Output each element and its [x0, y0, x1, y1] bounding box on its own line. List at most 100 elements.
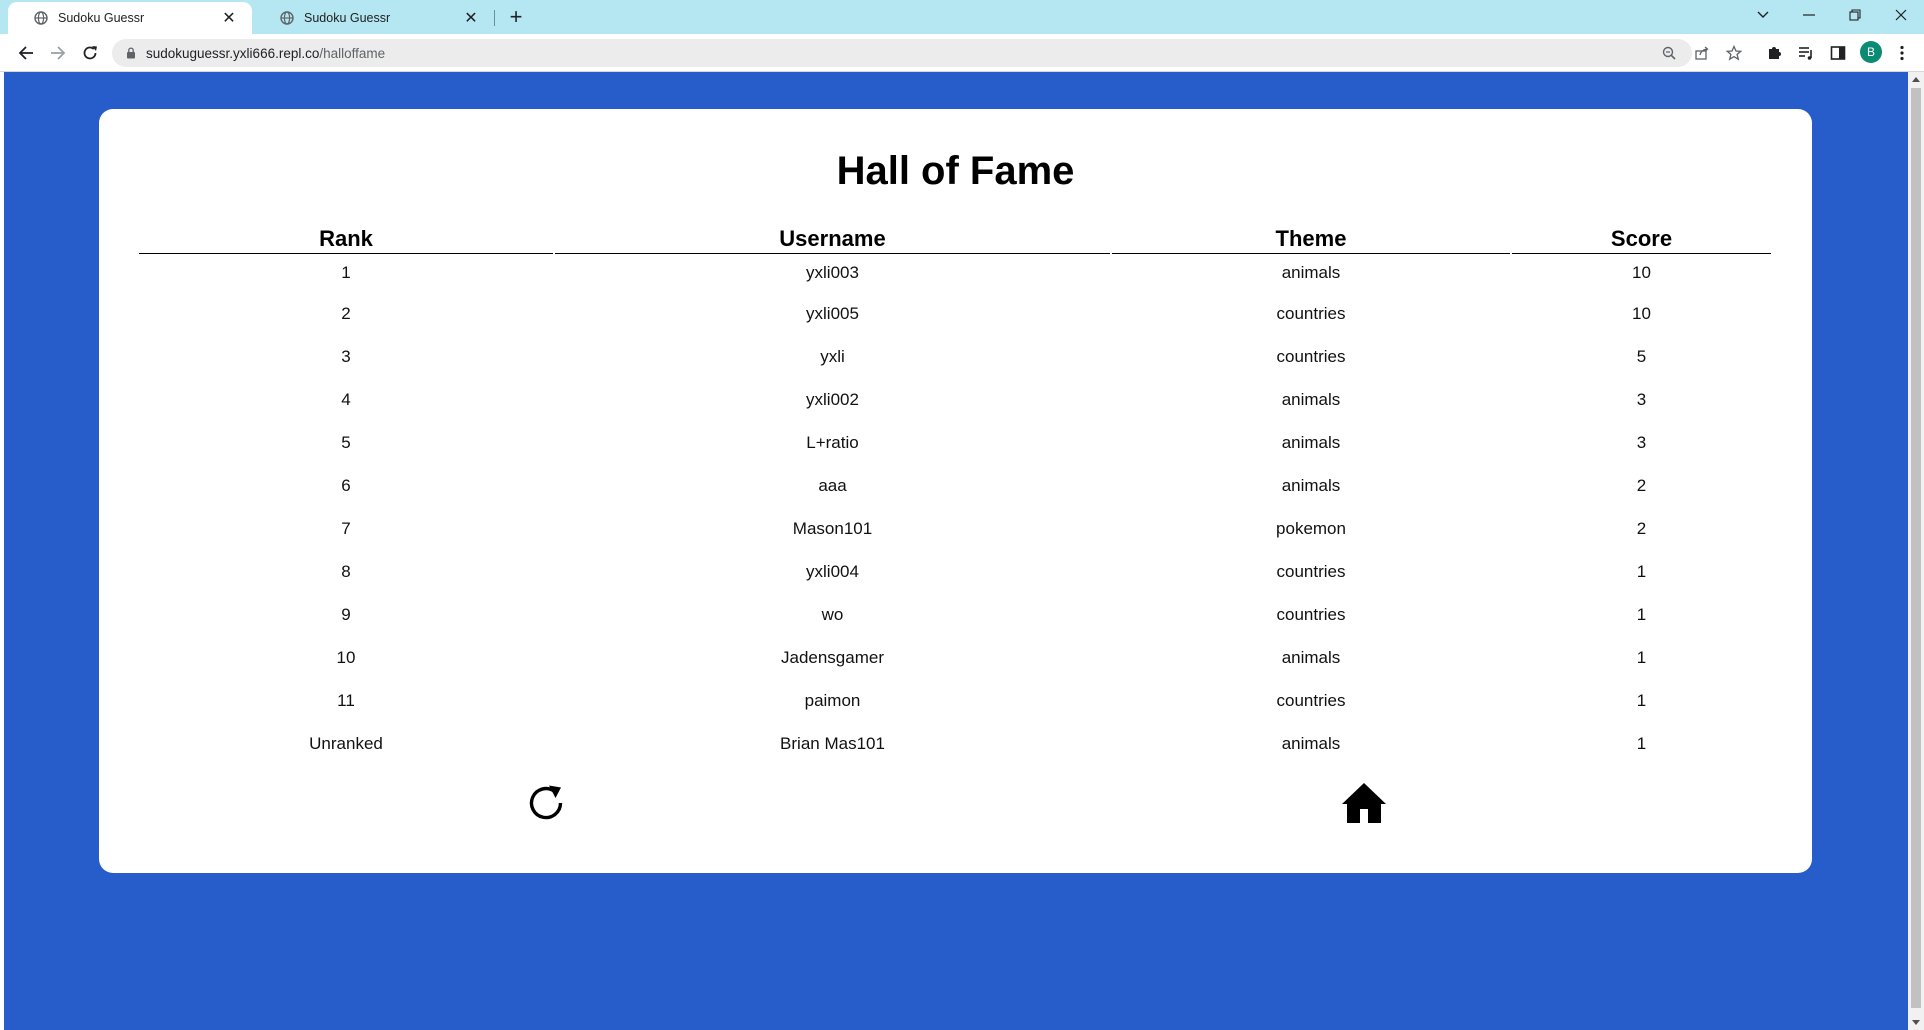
media-queue-icon[interactable] [1792, 39, 1820, 67]
score-cell: 10 [1632, 263, 1651, 282]
viewport-edge [0, 72, 4, 1030]
scrollbar-thumb[interactable] [1911, 88, 1921, 1008]
score-cell: 5 [1636, 346, 1647, 366]
table-row: 10 Jadensgamer animals 1 [139, 636, 1771, 679]
theme-cell: countries [1276, 604, 1346, 624]
extensions-puzzle-icon[interactable] [1760, 39, 1788, 67]
close-tab-icon[interactable]: ✕ [220, 8, 238, 28]
username-cell: yxli004 [806, 561, 859, 581]
username-cell: yxli005 [806, 303, 859, 323]
column-header-theme: Theme [1112, 224, 1510, 254]
refresh-button[interactable] [523, 780, 569, 826]
score-cell: 2 [1636, 518, 1647, 538]
username-cell: Jadensgamer [780, 647, 884, 667]
table-row: 9 wo countries 1 [139, 593, 1771, 636]
column-header-score: Score [1512, 224, 1771, 254]
score-cell: 10 [1632, 303, 1651, 323]
tab-title: Sudoku Guessr [58, 11, 145, 25]
rank-cell: 10 [336, 647, 356, 667]
rank-cell: 7 [341, 518, 351, 538]
username-cell: paimon [804, 690, 861, 710]
home-button[interactable] [1341, 780, 1387, 826]
tab-strip: Sudoku Guessr ✕ Sudoku Guessr ✕ + [0, 0, 1924, 34]
reload-icon[interactable] [76, 39, 104, 67]
table-row: 1 yxli003 animals 10 [139, 254, 1771, 292]
scroll-up-arrow[interactable] [1912, 77, 1920, 82]
bookmark-star-icon[interactable] [1721, 39, 1747, 67]
close-window-icon[interactable] [1878, 0, 1924, 30]
theme-cell: countries [1276, 303, 1346, 323]
restore-icon[interactable] [1832, 0, 1878, 30]
minimize-icon[interactable] [1786, 0, 1832, 30]
tab-sudoku-guessr-active[interactable]: Sudoku Guessr ✕ [8, 2, 252, 34]
rank-cell: 8 [341, 561, 351, 581]
page-title: Hall of Fame [836, 149, 1075, 193]
leaderboard-table: Rank Username Theme Score 1 yxli003 anim… [137, 224, 1773, 765]
username-cell: wo [821, 604, 844, 624]
tab-sudoku-guessr[interactable]: Sudoku Guessr ✕ [254, 2, 494, 34]
profile-avatar[interactable]: B [1860, 41, 1882, 63]
rank-cell: 3 [341, 346, 351, 366]
rank-cell: 6 [341, 475, 351, 495]
theme-cell: countries [1276, 690, 1346, 710]
score-cell: 1 [1636, 561, 1647, 581]
home-icon [1342, 783, 1386, 823]
table-row: 5 L+ratio animals 3 [139, 421, 1771, 464]
rank-cell: 2 [341, 303, 351, 323]
zoom-icon[interactable] [1656, 39, 1682, 67]
tab-search-chevron-icon[interactable] [1740, 0, 1786, 30]
theme-cell: animals [1281, 647, 1341, 667]
table-row: 11 paimon countries 1 [139, 679, 1771, 722]
table-row: 4 yxli002 animals 3 [139, 378, 1771, 421]
username-cell: L+ratio [806, 432, 859, 452]
username-cell: Brian Mas101 [780, 733, 885, 753]
table-row: 3 yxli countries 5 [139, 335, 1771, 378]
rank-cell: 4 [341, 389, 351, 409]
rank-cell: 5 [341, 432, 351, 452]
score-cell: 3 [1636, 389, 1647, 409]
table-row: 6 aaa animals 2 [139, 464, 1771, 507]
address-bar[interactable]: sudokuguessr.yxli666.repl.co/halloffame [112, 39, 1692, 67]
back-icon[interactable] [12, 39, 40, 67]
refresh-icon [529, 785, 563, 820]
url-path: /halloffame [319, 45, 386, 61]
browser-menu-icon[interactable] [1888, 39, 1916, 67]
theme-cell: countries [1276, 346, 1346, 366]
share-icon[interactable] [1689, 39, 1715, 67]
side-panel-icon[interactable] [1824, 39, 1852, 67]
username-cell: Mason101 [792, 518, 873, 538]
score-cell: 3 [1636, 432, 1647, 452]
tab-separator [494, 10, 495, 26]
table-row: Unranked Brian Mas101 animals 1 [139, 722, 1771, 765]
theme-cell: animals [1281, 432, 1341, 452]
table-row: 7 Mason101 pokemon 2 [139, 507, 1771, 550]
theme-cell: pokemon [1276, 518, 1346, 538]
username-cell: aaa [818, 475, 847, 495]
table-header-row: Rank Username Theme Score [139, 224, 1771, 254]
url-host: sudokuguessr.yxli666.repl.co [146, 45, 320, 61]
forward-icon[interactable] [44, 39, 72, 67]
theme-cell: animals [1281, 475, 1341, 495]
new-tab-button[interactable]: + [502, 4, 530, 32]
column-header-username: Username [555, 224, 1110, 254]
score-cell: 1 [1636, 690, 1647, 710]
scroll-down-arrow[interactable] [1912, 1020, 1920, 1025]
username-cell: yxli003 [806, 263, 859, 282]
score-cell: 1 [1636, 733, 1647, 753]
rank-cell: 11 [337, 690, 355, 710]
tab-title: Sudoku Guessr [304, 11, 391, 25]
theme-cell: countries [1276, 561, 1346, 581]
score-cell: 2 [1636, 475, 1647, 495]
score-cell: 1 [1636, 604, 1647, 624]
rank-cell: Unranked [309, 733, 383, 753]
close-tab-icon[interactable]: ✕ [462, 8, 480, 28]
page-scrollbar[interactable] [1908, 72, 1924, 1030]
theme-cell: animals [1281, 263, 1341, 282]
rank-cell: 9 [341, 604, 351, 624]
globe-icon [34, 11, 48, 25]
rank-cell: 1 [341, 263, 351, 282]
browser-toolbar: sudokuguessr.yxli666.repl.co/halloffame [0, 34, 1924, 72]
column-header-rank: Rank [139, 224, 553, 254]
lock-icon[interactable] [126, 47, 136, 59]
username-cell: yxli [820, 346, 845, 366]
